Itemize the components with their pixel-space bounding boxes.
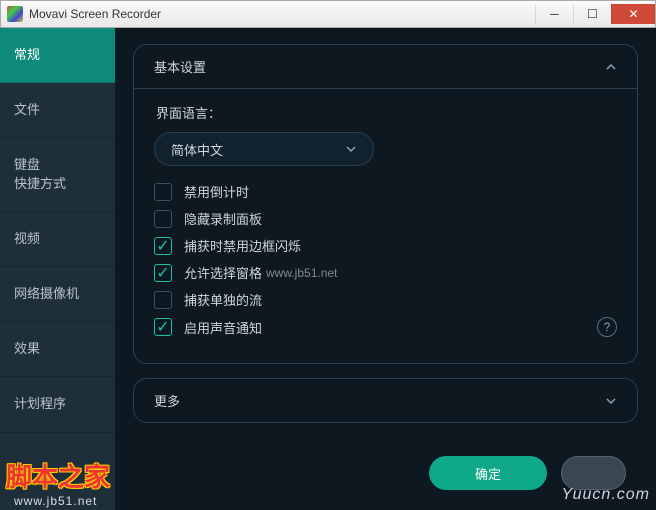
sidebar-item-label: 常规 <box>14 47 40 62</box>
option-disable-frame-blink: ✓ 捕获时禁用边框闪烁 <box>154 236 617 255</box>
chevron-down-icon <box>605 395 617 407</box>
checkbox[interactable] <box>154 210 172 228</box>
dialog-footer: 确定 <box>429 456 626 490</box>
chevron-down-icon <box>345 143 357 155</box>
option-label: 允许选择窗格 <box>184 263 262 282</box>
option-label: 捕获时禁用边框闪烁 <box>184 236 301 255</box>
panel-more-header[interactable]: 更多 <box>134 379 637 422</box>
watermark-right: Yuucn.com <box>562 486 650 504</box>
help-icon[interactable]: ? <box>597 317 617 337</box>
close-button[interactable]: ✕ <box>611 4 655 24</box>
sidebar: 常规 文件 键盘 快捷方式 视频 网络摄像机 效果 计划程序 <box>0 28 115 510</box>
sidebar-item-general[interactable]: 常规 <box>0 28 115 83</box>
option-label: 隐藏录制面板 <box>184 209 262 228</box>
window-title: Movavi Screen Recorder <box>29 7 161 21</box>
panel-more: 更多 <box>133 378 638 423</box>
window-controls: ─ ☐ ✕ <box>535 4 655 24</box>
panel-title: 基本设置 <box>154 57 206 76</box>
checkbox[interactable]: ✓ <box>154 237 172 255</box>
cancel-button[interactable] <box>561 456 626 490</box>
option-hide-panel: 隐藏录制面板 <box>154 209 617 228</box>
sidebar-item-label: 计划程序 <box>14 396 66 411</box>
option-allow-window-select: ✓ 允许选择窗格 www.jb51.net <box>154 263 617 282</box>
option-label: 捕获单独的流 <box>184 290 262 309</box>
option-label: 启用声音通知 <box>184 318 262 337</box>
sidebar-item-file[interactable]: 文件 <box>0 83 115 138</box>
sidebar-item-label: 效果 <box>14 341 40 356</box>
panel-title: 更多 <box>154 391 180 410</box>
checkbox[interactable] <box>154 291 172 309</box>
option-capture-separate-stream: 捕获单独的流 <box>154 290 617 309</box>
ok-label: 确定 <box>475 464 501 483</box>
option-label: 禁用倒计时 <box>184 182 249 201</box>
checkbox[interactable]: ✓ <box>154 264 172 282</box>
sidebar-item-scheduler[interactable]: 计划程序 <box>0 377 115 432</box>
language-label: 界面语言： <box>156 103 617 122</box>
titlebar: Movavi Screen Recorder ─ ☐ ✕ <box>0 0 656 28</box>
sidebar-item-video[interactable]: 视频 <box>0 212 115 267</box>
sidebar-item-label: 文件 <box>14 102 40 117</box>
watermark-logo: 脚本之家 <box>6 457 110 494</box>
option-disable-countdown: 禁用倒计时 <box>154 182 617 201</box>
language-select[interactable]: 简体中文 <box>154 132 374 166</box>
sidebar-item-label: 键盘 快捷方式 <box>14 157 66 190</box>
language-value: 简体中文 <box>171 140 223 159</box>
app-logo-icon <box>7 6 23 22</box>
sidebar-item-keyboard[interactable]: 键盘 快捷方式 <box>0 138 115 211</box>
sidebar-item-label: 网络摄像机 <box>14 286 79 301</box>
checkbox[interactable] <box>154 183 172 201</box>
sidebar-item-webcam[interactable]: 网络摄像机 <box>0 267 115 322</box>
panel-basic-header[interactable]: 基本设置 <box>134 45 637 88</box>
chevron-up-icon <box>605 61 617 73</box>
watermark-url: www.jb51.net <box>14 494 97 508</box>
sidebar-item-effects[interactable]: 效果 <box>0 322 115 377</box>
minimize-button[interactable]: ─ <box>535 4 573 24</box>
option-sound-notification: ✓ 启用声音通知 ? <box>154 317 617 337</box>
panel-basic-settings: 基本设置 界面语言： 简体中文 禁用倒计时 隐藏录制面板 ✓ <box>133 44 638 364</box>
checkbox[interactable]: ✓ <box>154 318 172 336</box>
maximize-button[interactable]: ☐ <box>573 4 611 24</box>
watermark-text: www.jb51.net <box>266 266 337 280</box>
ok-button[interactable]: 确定 <box>429 456 547 490</box>
sidebar-item-label: 视频 <box>14 231 40 246</box>
